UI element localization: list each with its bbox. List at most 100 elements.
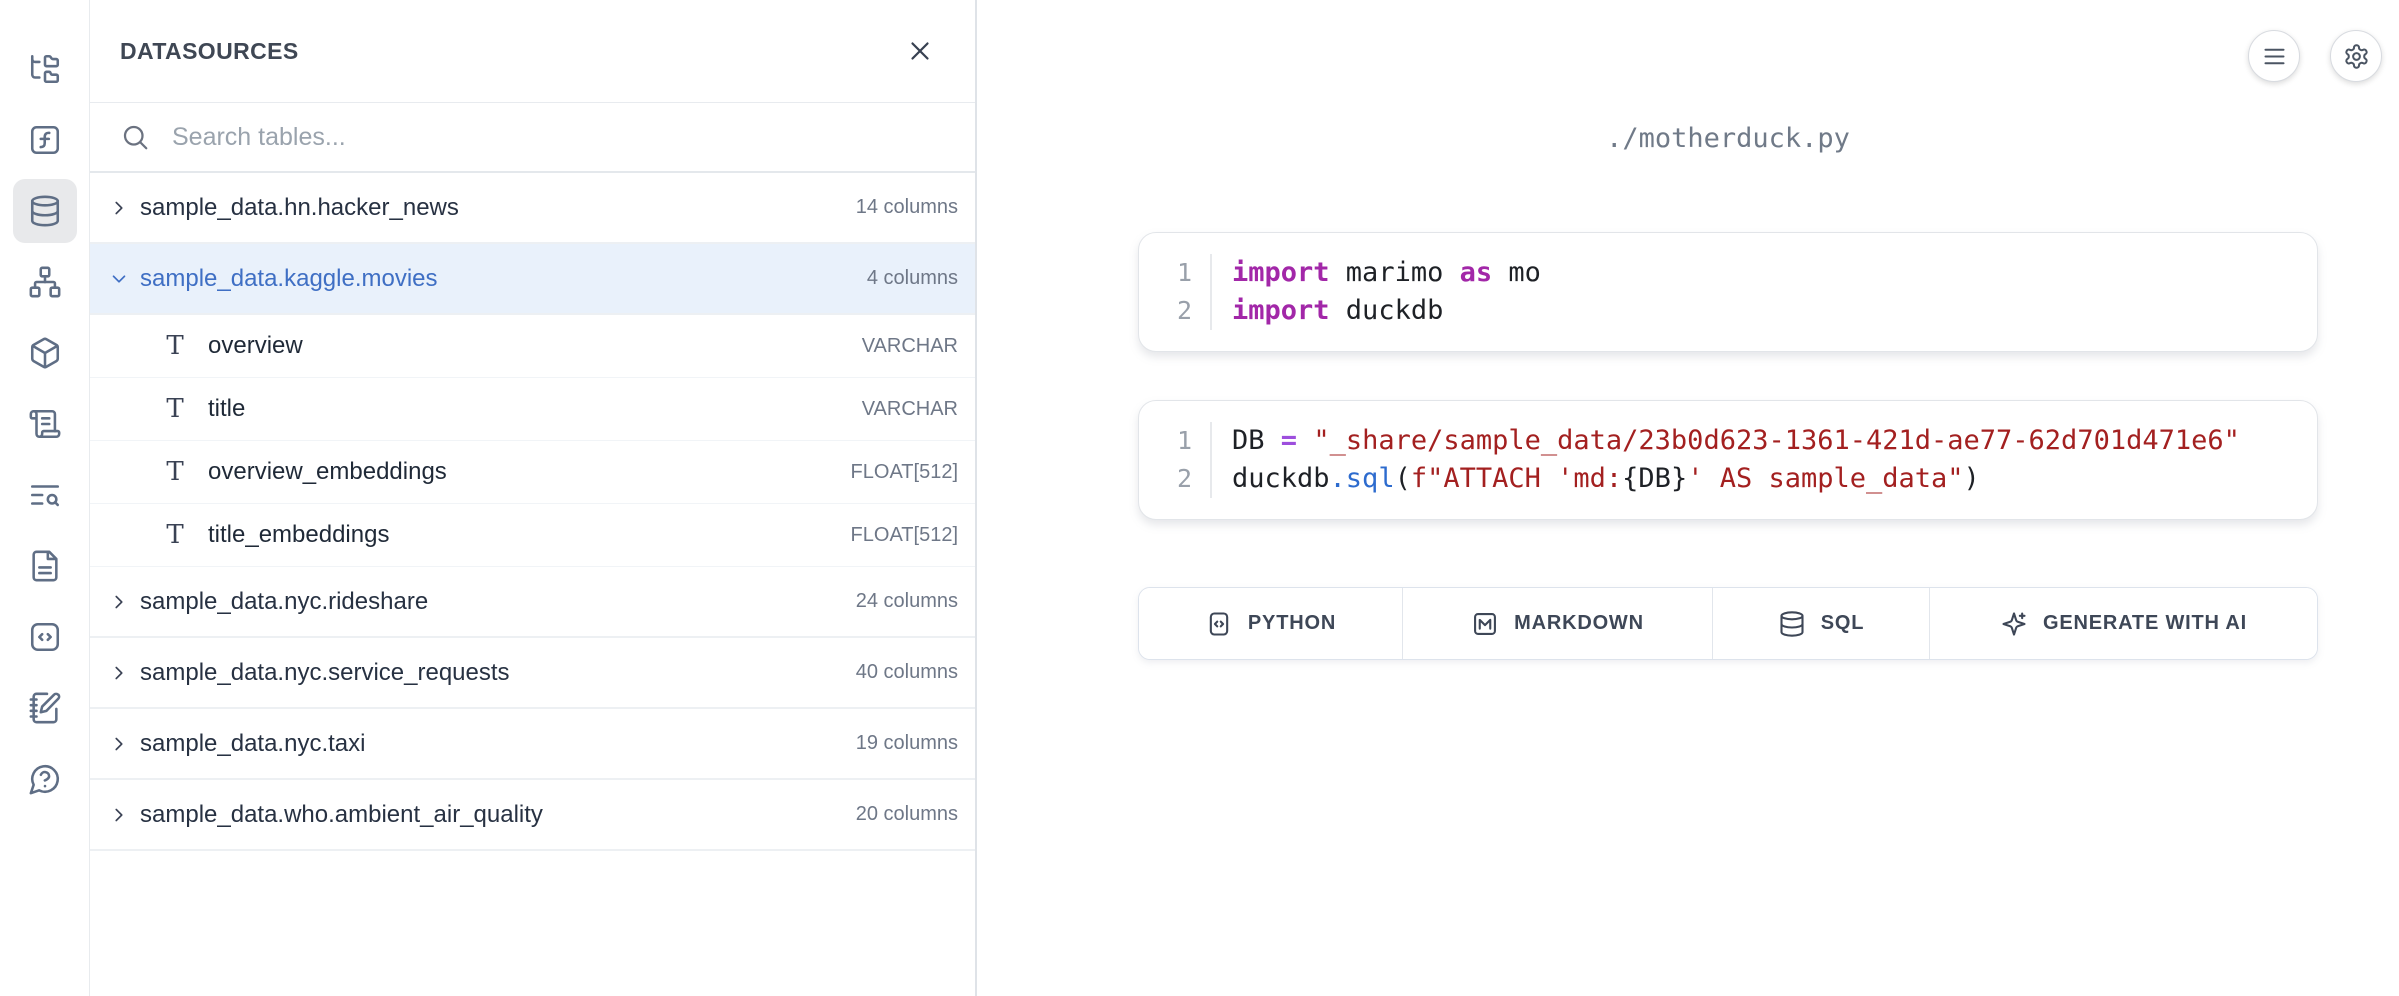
table-name: sample_data.nyc.taxi — [140, 730, 365, 758]
column-type: FLOAT[512] — [851, 524, 958, 547]
code-line: 1DB = "_share/sample_data/23b0d623-1361-… — [1139, 422, 2293, 460]
add-cell-button-label: SQL — [1821, 612, 1865, 635]
add-cell-button-label: GENERATE WITH AI — [2043, 612, 2247, 635]
code-icon — [28, 620, 62, 654]
sidebar-item-packages[interactable] — [13, 321, 77, 385]
cells-container: 1import marimo as mo2import duckdb1DB = … — [1138, 232, 2399, 520]
chevron-right-icon — [102, 662, 136, 684]
column-row[interactable]: TtitleVARCHAR — [90, 378, 975, 441]
add-cell-button-label: PYTHON — [1248, 612, 1336, 635]
column-type: VARCHAR — [862, 335, 958, 358]
column-type: FLOAT[512] — [851, 461, 958, 484]
notebook-menu-button[interactable] — [2248, 30, 2300, 82]
database-icon — [1778, 610, 1806, 638]
notebook-filename[interactable]: ./motherduck.py — [1138, 122, 2318, 156]
table-row[interactable]: sample_data.hn.hacker_news 14 columns — [90, 173, 975, 244]
code-line: 2duckdb.sql(f"ATTACH 'md:{DB}' AS sample… — [1139, 460, 2293, 498]
table-row[interactable]: sample_data.nyc.rideshare 24 columns — [90, 567, 975, 638]
sparkles-icon — [2000, 610, 2028, 638]
folder-tree-icon — [28, 52, 62, 86]
code-text: import duckdb — [1212, 292, 1443, 330]
table-row[interactable]: sample_data.who.ambient_air_quality20 co… — [90, 780, 975, 851]
chevron-down-icon — [102, 268, 136, 290]
search-input[interactable] — [172, 123, 945, 152]
column-count: 40 columns — [856, 661, 958, 684]
markdown-icon — [1471, 610, 1499, 638]
sidebar-item-help[interactable] — [13, 747, 77, 811]
column-count: 14 columns — [856, 196, 958, 219]
top-actions — [2248, 30, 2382, 82]
help-bubble-icon — [28, 762, 62, 796]
sidebar-item-datasources[interactable] — [13, 179, 77, 243]
datasources-panel: DATASOURCES sample_data.hn.hacker_news 14… — [90, 0, 977, 996]
scroll-icon — [28, 407, 62, 441]
package-icon — [28, 336, 62, 370]
column-row[interactable]: Toverview_embeddings FLOAT[512] — [90, 441, 975, 504]
column-count: 20 columns — [856, 803, 958, 826]
table-row[interactable]: sample_data.nyc.taxi19 columns — [90, 709, 975, 780]
column-count: 4 columns — [867, 267, 958, 290]
column-name: overview — [208, 332, 303, 360]
table-row[interactable]: sample_data.nyc.service_requests 40 colum… — [90, 638, 975, 709]
column-name: title — [208, 395, 245, 423]
sidebar-item-file-explorer[interactable] — [13, 37, 77, 101]
code-cell[interactable]: 1import marimo as mo2import duckdb — [1138, 232, 2318, 352]
table-name: sample_data.nyc.rideshare — [140, 588, 428, 616]
sidebar-item-variables[interactable] — [13, 108, 77, 172]
line-number: 1 — [1139, 422, 1212, 460]
line-number: 2 — [1139, 460, 1212, 498]
gear-icon — [2343, 43, 2370, 70]
close-icon — [905, 36, 935, 66]
add-cell-button-label: MARKDOWN — [1514, 612, 1644, 635]
text-type-icon: T — [160, 520, 190, 550]
function-icon — [28, 123, 62, 157]
search-icon — [120, 122, 150, 152]
chevron-right-icon — [102, 197, 136, 219]
sidebar-item-snippets[interactable] — [13, 605, 77, 669]
chevron-right-icon — [102, 804, 136, 826]
column-count: 24 columns — [856, 590, 958, 613]
panel-title: DATASOURCES — [120, 38, 299, 65]
sidebar-item-tracebacks[interactable] — [13, 463, 77, 527]
datasources-panel-header: DATASOURCES — [90, 0, 975, 103]
sidebar-item-scratchpad[interactable] — [13, 676, 77, 740]
notebook-main: ./motherduck.py 1import marimo as mo2imp… — [977, 0, 2399, 996]
sidebar-item-logs[interactable] — [13, 392, 77, 456]
code-text: DB = "_share/sample_data/23b0d623-1361-4… — [1212, 422, 2240, 460]
column-name: overview_embeddings — [208, 458, 447, 486]
close-panel-button[interactable] — [905, 36, 935, 66]
table-row[interactable]: sample_data.kaggle.movies 4 columns — [90, 244, 975, 315]
table-name: sample_data.kaggle.movies — [140, 265, 438, 293]
line-number: 2 — [1139, 292, 1212, 330]
code-line: 1import marimo as mo — [1139, 254, 2293, 292]
graph-icon — [28, 265, 62, 299]
settings-button[interactable] — [2330, 30, 2382, 82]
text-type-icon: T — [160, 331, 190, 361]
marimo-app: DATASOURCES sample_data.hn.hacker_news14… — [0, 0, 2399, 996]
add-cell-sql-button[interactable]: SQL — [1713, 588, 1930, 659]
code-text: import marimo as mo — [1212, 254, 1541, 292]
column-name: title_embeddings — [208, 521, 389, 549]
add-cell-markdown-button[interactable]: MARKDOWN — [1403, 588, 1713, 659]
text-type-icon: T — [160, 457, 190, 487]
table-list: sample_data.hn.hacker_news14 columnssamp… — [90, 173, 975, 996]
chevron-right-icon — [102, 591, 136, 613]
list-search-icon — [28, 478, 62, 512]
column-row[interactable]: Toverview VARCHAR — [90, 315, 975, 378]
sidebar-item-documentation[interactable] — [13, 534, 77, 598]
column-type: VARCHAR — [862, 398, 958, 421]
code-cell[interactable]: 1DB = "_share/sample_data/23b0d623-1361-… — [1138, 400, 2318, 520]
column-row[interactable]: Ttitle_embeddings FLOAT[512] — [90, 504, 975, 567]
add-cell-generate-with-ai-button[interactable]: GENERATE WITH AI — [1930, 588, 2317, 659]
database-icon — [28, 194, 62, 228]
activity-sidebar — [0, 0, 90, 996]
add-cell-python-button[interactable]: PYTHON — [1139, 588, 1403, 659]
sidebar-item-dependencies[interactable] — [13, 250, 77, 314]
table-name: sample_data.hn.hacker_news — [140, 194, 459, 222]
document-icon — [28, 549, 62, 583]
line-number: 1 — [1139, 254, 1212, 292]
chevron-right-icon — [102, 733, 136, 755]
code-line: 2import duckdb — [1139, 292, 2293, 330]
table-name: sample_data.nyc.service_requests — [140, 659, 510, 687]
add-cell-bar: PYTHON MARKDOWN SQL GENERATE WITH AI — [1138, 587, 2318, 660]
